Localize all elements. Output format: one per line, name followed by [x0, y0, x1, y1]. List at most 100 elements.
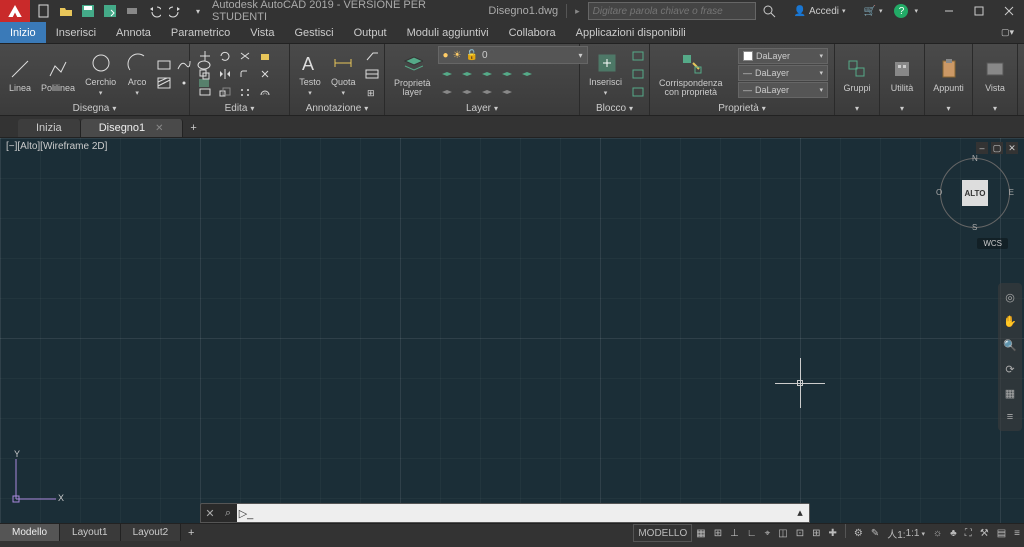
- qat-redo-icon[interactable]: [166, 2, 186, 20]
- nav-pan-icon[interactable]: ✋: [1002, 313, 1018, 329]
- layer-tool-9[interactable]: [498, 84, 516, 100]
- status-tool-8[interactable]: ▤: [993, 524, 1010, 542]
- rotate-icon[interactable]: [216, 48, 234, 64]
- minimize-button[interactable]: [934, 0, 964, 22]
- cmdline-customize-icon[interactable]: ⌕: [219, 504, 237, 522]
- layer-tool-6[interactable]: [438, 84, 456, 100]
- cerchio-button[interactable]: Cerchio: [82, 48, 119, 99]
- status-ortho-icon[interactable]: ⊥: [726, 524, 743, 542]
- qat-saveas-icon[interactable]: [100, 2, 120, 20]
- tab-gestisci[interactable]: Gestisci: [284, 22, 343, 43]
- nav-showmotion-icon[interactable]: ▦: [1002, 385, 1018, 401]
- nav-more-icon[interactable]: ≡: [1002, 409, 1018, 425]
- close-tab-icon[interactable]: ✕: [155, 123, 163, 134]
- qat-new-icon[interactable]: [34, 2, 54, 20]
- panel-annot-title[interactable]: Annotazione: [290, 101, 384, 115]
- status-tool-5[interactable]: ♣: [946, 524, 961, 542]
- panel-utilita-title[interactable]: [880, 101, 924, 115]
- table-icon[interactable]: [363, 66, 381, 82]
- tab-annota[interactable]: Annota: [106, 22, 161, 43]
- command-input[interactable]: [255, 504, 791, 522]
- layer-tool-3[interactable]: [478, 66, 496, 82]
- file-tab-disegno1[interactable]: Disegno1✕: [81, 119, 183, 137]
- linetype-combo[interactable]: — DaLayer▾: [738, 82, 828, 98]
- layer-combo[interactable]: ● ☀ 🔓 0 ▾: [438, 46, 588, 64]
- help-icon[interactable]: ?: [894, 4, 908, 18]
- tab-collabora[interactable]: Collabora: [499, 22, 566, 43]
- fillet-icon[interactable]: [236, 66, 254, 82]
- offset-icon[interactable]: [256, 84, 274, 100]
- qat-dropdown-icon[interactable]: ▾: [188, 2, 208, 20]
- exchange-icon[interactable]: 🛒▾: [858, 2, 889, 20]
- layout-tab-modello[interactable]: Modello: [0, 524, 60, 541]
- search-icon[interactable]: [756, 2, 782, 20]
- vista-button[interactable]: Vista: [981, 54, 1009, 94]
- match-props-button[interactable]: Corrispondenza con proprietà: [656, 49, 726, 98]
- edit-block-icon[interactable]: [629, 66, 647, 82]
- signin-button[interactable]: 👤 Accedi ▾: [788, 2, 852, 20]
- array-icon[interactable]: [236, 84, 254, 100]
- layer-tool-7[interactable]: [458, 84, 476, 100]
- panel-layer-title[interactable]: Layer: [385, 101, 579, 115]
- status-annoscale[interactable]: 人1:1:1: [883, 524, 929, 542]
- trim-icon[interactable]: [236, 48, 254, 64]
- edit-attr-icon[interactable]: [629, 84, 647, 100]
- status-tool-7[interactable]: ⚒: [976, 524, 993, 542]
- viewcube[interactable]: ALTO N S E O: [940, 158, 1010, 228]
- tab-inizio[interactable]: Inizio: [0, 22, 46, 43]
- testo-button[interactable]: A Testo: [296, 48, 324, 99]
- mirror-icon[interactable]: [216, 66, 234, 82]
- layer-tool-4[interactable]: [498, 66, 516, 82]
- qat-open-icon[interactable]: [56, 2, 76, 20]
- lineweight-combo[interactable]: — DaLayer▾: [738, 65, 828, 81]
- cmdline-expand-icon[interactable]: ▴: [791, 504, 809, 522]
- scale-icon[interactable]: [216, 84, 234, 100]
- layout-tab-layout1[interactable]: Layout1: [60, 524, 121, 541]
- drawing-viewport[interactable]: [0, 138, 1024, 523]
- status-menu-icon[interactable]: ≡: [1010, 524, 1024, 542]
- proprieta-layer-button[interactable]: Proprietà layer: [391, 49, 434, 98]
- layer-tool-2[interactable]: [458, 66, 476, 82]
- tab-vista[interactable]: Vista: [240, 22, 284, 43]
- panel-appunti-title[interactable]: [925, 101, 972, 115]
- tab-app[interactable]: Applicazioni disponibili: [566, 22, 696, 43]
- status-dyn-icon[interactable]: ⊞: [808, 524, 824, 542]
- arco-button[interactable]: Arco: [123, 48, 151, 99]
- wcs-label[interactable]: WCS: [977, 238, 1008, 249]
- title-search-arrow[interactable]: ▸: [575, 6, 580, 17]
- panel-blocco-title[interactable]: Blocco: [580, 101, 649, 115]
- tab-inserisci[interactable]: Inserisci: [46, 22, 106, 43]
- status-polar-icon[interactable]: ∟: [743, 524, 761, 542]
- move-icon[interactable]: [196, 48, 214, 64]
- status-tool-1[interactable]: ⚙: [850, 524, 867, 542]
- layer-tool-8[interactable]: [478, 84, 496, 100]
- quota-button[interactable]: Quota: [328, 48, 359, 99]
- nav-zoom-icon[interactable]: 🔍: [1002, 337, 1018, 353]
- close-button[interactable]: [994, 0, 1024, 22]
- status-model[interactable]: MODELLO: [633, 524, 692, 542]
- add-file-tab[interactable]: +: [183, 119, 205, 137]
- title-search-input[interactable]: [588, 2, 756, 20]
- viewport-label[interactable]: [−][Alto][Wireframe 2D]: [6, 141, 107, 152]
- explode-icon[interactable]: [256, 66, 274, 82]
- status-tool-6[interactable]: ⛶: [961, 524, 976, 542]
- ucs-icon[interactable]: Y X: [6, 449, 66, 509]
- copy-icon[interactable]: [196, 66, 214, 82]
- panel-vista-title[interactable]: [973, 101, 1017, 115]
- cmdline-close-icon[interactable]: ✕: [201, 504, 219, 522]
- leader-icon[interactable]: [363, 48, 381, 64]
- maximize-button[interactable]: [964, 0, 994, 22]
- layer-tool-1[interactable]: [438, 66, 456, 82]
- erase-icon[interactable]: [256, 48, 274, 64]
- qat-plot-icon[interactable]: [122, 2, 142, 20]
- vp-close-icon[interactable]: ✕: [1006, 142, 1018, 154]
- utilita-button[interactable]: Utilità: [888, 54, 917, 94]
- nav-orbit-icon[interactable]: ⟳: [1002, 361, 1018, 377]
- vp-maximize-icon[interactable]: ▢: [991, 142, 1003, 154]
- tab-output[interactable]: Output: [344, 22, 397, 43]
- create-block-icon[interactable]: [629, 48, 647, 64]
- status-3dosnap-icon[interactable]: ◫: [774, 524, 791, 542]
- polilinea-button[interactable]: Polilinea: [38, 54, 78, 94]
- hatch-icon[interactable]: [155, 75, 173, 91]
- rect-icon[interactable]: [155, 57, 173, 73]
